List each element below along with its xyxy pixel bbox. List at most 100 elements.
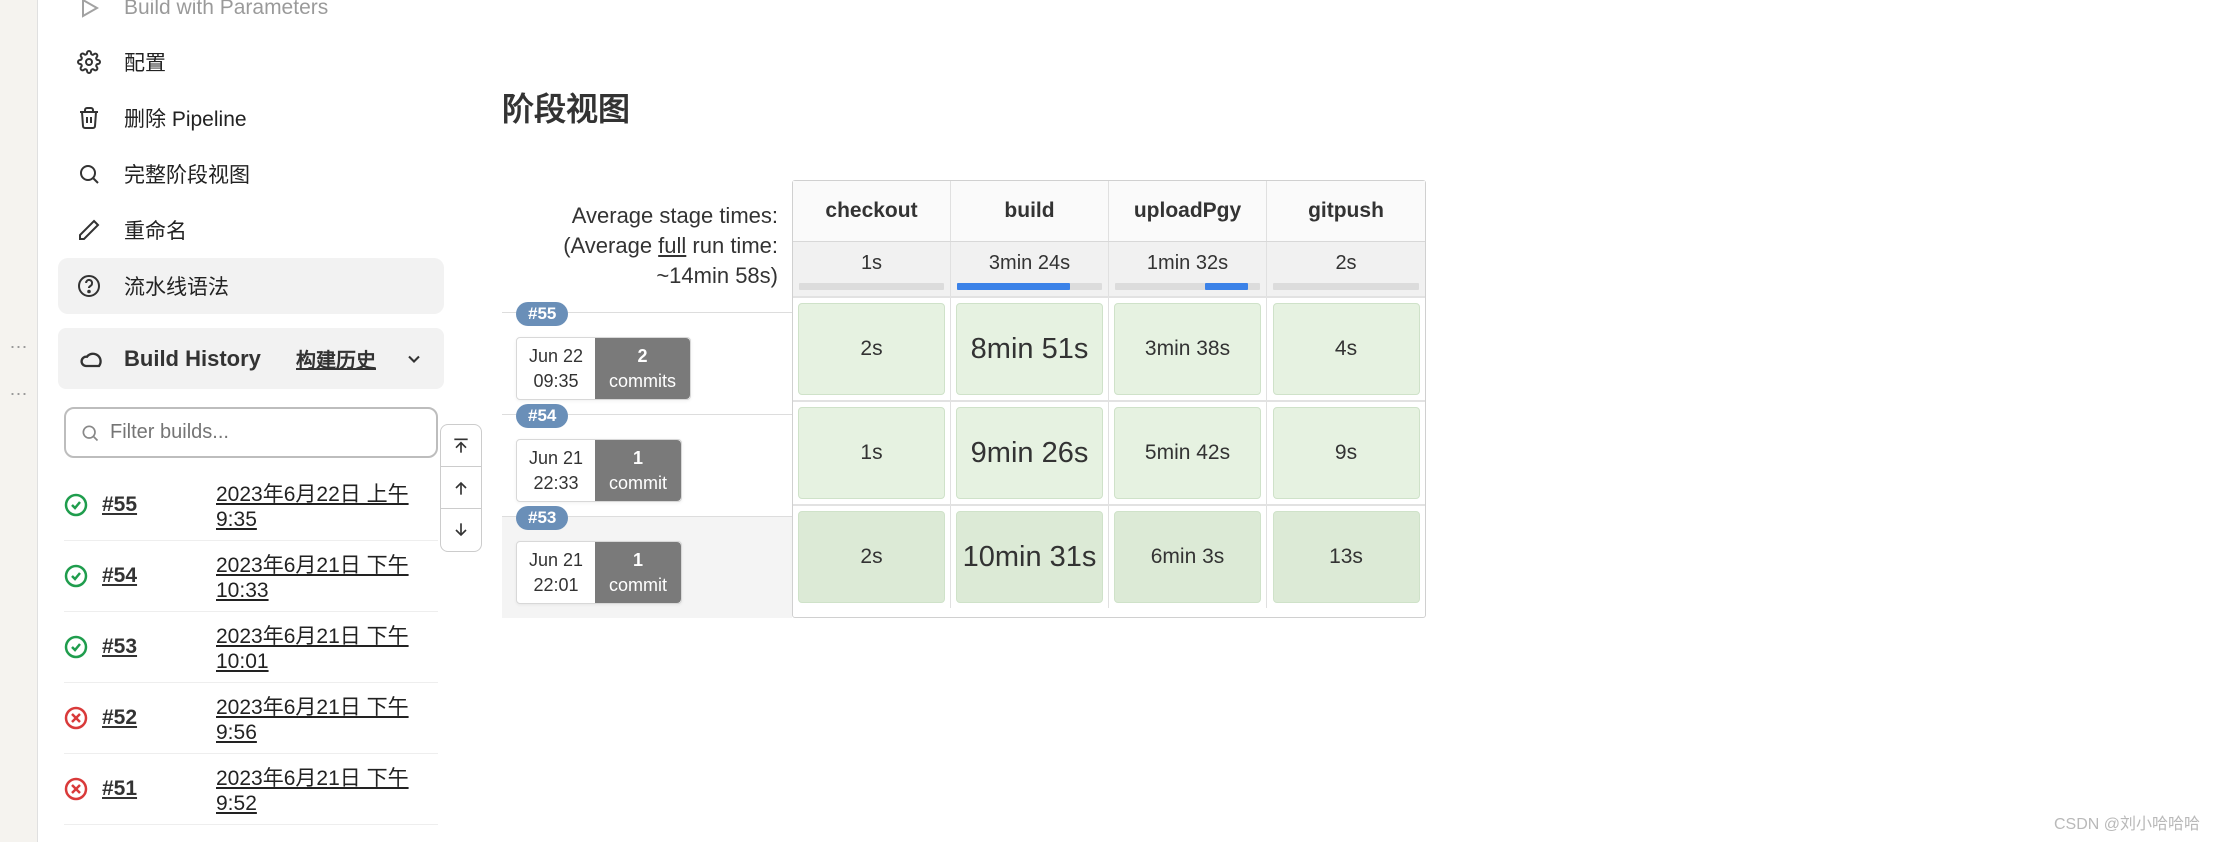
build-row[interactable]: #51 2023年6月21日 下午9:52 bbox=[64, 754, 438, 825]
stage-cell[interactable]: 1s bbox=[793, 402, 951, 504]
ellipsis-icon: ⋯ bbox=[10, 337, 28, 358]
sidebar-item-pipeline-syntax[interactable]: 流水线语法 bbox=[58, 258, 444, 314]
stage-cell[interactable]: 2s bbox=[793, 298, 951, 400]
x-circle-icon bbox=[64, 777, 88, 801]
progress-bar bbox=[1115, 283, 1260, 290]
stage-column-header: build bbox=[951, 181, 1109, 241]
watermark: CSDN @刘小哈哈哈 bbox=[2054, 810, 2200, 834]
average-cell: 1s bbox=[793, 242, 951, 296]
play-icon bbox=[76, 0, 102, 21]
build-number[interactable]: #54 bbox=[102, 564, 162, 588]
filter-builds-input[interactable] bbox=[110, 421, 422, 444]
average-stage-times-label: Average stage times: (Average full run t… bbox=[502, 180, 792, 312]
run-datetime: Jun 2122:01 bbox=[517, 542, 595, 603]
build-time[interactable]: 2023年6月22日 上午9:35 bbox=[216, 478, 438, 532]
search-icon bbox=[76, 161, 102, 187]
stage-column-header: gitpush bbox=[1267, 181, 1425, 241]
progress-bar bbox=[957, 283, 1102, 290]
stage-cell[interactable]: 2s bbox=[793, 506, 951, 608]
build-time[interactable]: 2023年6月21日 下午9:56 bbox=[216, 691, 438, 745]
run-badge: #53 bbox=[516, 506, 568, 530]
sidebar-item-rename[interactable]: 重命名 bbox=[58, 202, 444, 258]
run-commits: 2commits bbox=[595, 338, 690, 399]
trash-icon bbox=[76, 105, 102, 131]
stage-cell[interactable]: 10min 31s bbox=[951, 506, 1109, 608]
pencil-icon bbox=[76, 217, 102, 243]
build-row[interactable]: #55 2023年6月22日 上午9:35 bbox=[64, 470, 438, 541]
run-badge: #54 bbox=[516, 404, 568, 428]
build-time[interactable]: 2023年6月21日 下午9:52 bbox=[216, 762, 438, 816]
sidebar-item-label: 重命名 bbox=[124, 215, 187, 245]
run-row[interactable]: #54Jun 2122:331commit bbox=[502, 414, 792, 516]
stage-column-header: uploadPgy bbox=[1109, 181, 1267, 241]
sidebar-item-delete[interactable]: 删除 Pipeline bbox=[58, 90, 444, 146]
search-icon bbox=[80, 423, 100, 443]
stage-data-row: 1s9min 26s5min 42s9s bbox=[793, 400, 1425, 504]
check-circle-icon bbox=[64, 564, 88, 588]
scroll-top-button[interactable] bbox=[441, 425, 481, 467]
page-title: 阶段视图 bbox=[502, 84, 2218, 130]
build-time[interactable]: 2023年6月21日 下午10:33 bbox=[216, 549, 438, 603]
stage-column-header: checkout bbox=[793, 181, 951, 241]
chevron-down-icon bbox=[404, 349, 424, 369]
scroll-controls bbox=[440, 424, 482, 552]
run-commits: 1commit bbox=[595, 440, 681, 501]
average-cell: 1min 32s bbox=[1109, 242, 1267, 296]
build-time[interactable]: 2023年6月21日 下午10:01 bbox=[216, 620, 438, 674]
stage-data-row: 2s10min 31s6min 3s13s bbox=[793, 504, 1425, 608]
sidebar-item-configure[interactable]: 配置 bbox=[58, 34, 444, 90]
run-card[interactable]: Jun 2209:352commits bbox=[516, 337, 691, 400]
stage-cell[interactable]: 9s bbox=[1267, 402, 1425, 504]
build-history-header[interactable]: Build History 构建历史 bbox=[58, 328, 444, 389]
stage-cell[interactable]: 4s bbox=[1267, 298, 1425, 400]
average-cell: 2s bbox=[1267, 242, 1425, 296]
run-badge: #55 bbox=[516, 302, 568, 326]
sidebar: Build with Parameters 配置 删除 Pipeline 完整阶… bbox=[38, 0, 458, 842]
build-number[interactable]: #52 bbox=[102, 706, 162, 730]
build-row[interactable]: #54 2023年6月21日 下午10:33 bbox=[64, 541, 438, 612]
avg-line-1: Average stage times: bbox=[572, 201, 778, 231]
filter-builds[interactable] bbox=[64, 407, 438, 458]
stage-data-row: 2s8min 51s3min 38s4s bbox=[793, 296, 1425, 400]
scroll-up-button[interactable] bbox=[441, 467, 481, 509]
check-circle-icon bbox=[64, 635, 88, 659]
build-number[interactable]: #53 bbox=[102, 635, 162, 659]
build-number[interactable]: #55 bbox=[102, 493, 162, 517]
build-number[interactable]: #51 bbox=[102, 777, 162, 801]
x-circle-icon bbox=[64, 706, 88, 730]
run-datetime: Jun 2122:33 bbox=[517, 440, 595, 501]
run-datetime: Jun 2209:35 bbox=[517, 338, 595, 399]
build-history-trend[interactable]: 构建历史 bbox=[296, 344, 376, 373]
main-content: 阶段视图 Average stage times: (Average full … bbox=[458, 0, 2218, 842]
scroll-down-button[interactable] bbox=[441, 509, 481, 551]
stage-cell[interactable]: 13s bbox=[1267, 506, 1425, 608]
build-history-list: #55 2023年6月22日 上午9:35 #54 2023年6月21日 下午10:3… bbox=[58, 470, 444, 825]
run-card[interactable]: Jun 2122:331commit bbox=[516, 439, 682, 502]
run-row[interactable]: #53Jun 2122:011commit bbox=[502, 516, 792, 618]
check-circle-icon bbox=[64, 493, 88, 517]
stage-cell[interactable]: 8min 51s bbox=[951, 298, 1109, 400]
stage-cell[interactable]: 3min 38s bbox=[1109, 298, 1267, 400]
run-row[interactable]: #55Jun 2209:352commits bbox=[502, 312, 792, 414]
gear-icon bbox=[76, 49, 102, 75]
sidebar-item-label: 配置 bbox=[124, 47, 166, 77]
stage-grid: checkoutbuilduploadPgygitpush 1s3min 24s… bbox=[792, 180, 1426, 618]
stage-left-column: Average stage times: (Average full run t… bbox=[502, 180, 792, 618]
sidebar-item-label: 删除 Pipeline bbox=[124, 103, 247, 133]
build-row[interactable]: #53 2023年6月21日 下午10:01 bbox=[64, 612, 438, 683]
run-card[interactable]: Jun 2122:011commit bbox=[516, 541, 682, 604]
stage-cell[interactable]: 5min 42s bbox=[1109, 402, 1267, 504]
build-history-title: Build History bbox=[124, 346, 278, 372]
sidebar-item-build-params[interactable]: Build with Parameters bbox=[58, 0, 444, 34]
cloud-icon bbox=[78, 345, 106, 373]
average-cell: 3min 24s bbox=[951, 242, 1109, 296]
build-row[interactable]: #52 2023年6月21日 下午9:56 bbox=[64, 683, 438, 754]
progress-bar bbox=[1273, 283, 1419, 290]
help-icon bbox=[76, 273, 102, 299]
progress-bar bbox=[799, 283, 944, 290]
sidebar-item-label: 流水线语法 bbox=[124, 271, 229, 301]
stage-cell[interactable]: 9min 26s bbox=[951, 402, 1109, 504]
sidebar-item-full-stage-view[interactable]: 完整阶段视图 bbox=[58, 146, 444, 202]
sidebar-item-label: 完整阶段视图 bbox=[124, 159, 250, 189]
stage-cell[interactable]: 6min 3s bbox=[1109, 506, 1267, 608]
